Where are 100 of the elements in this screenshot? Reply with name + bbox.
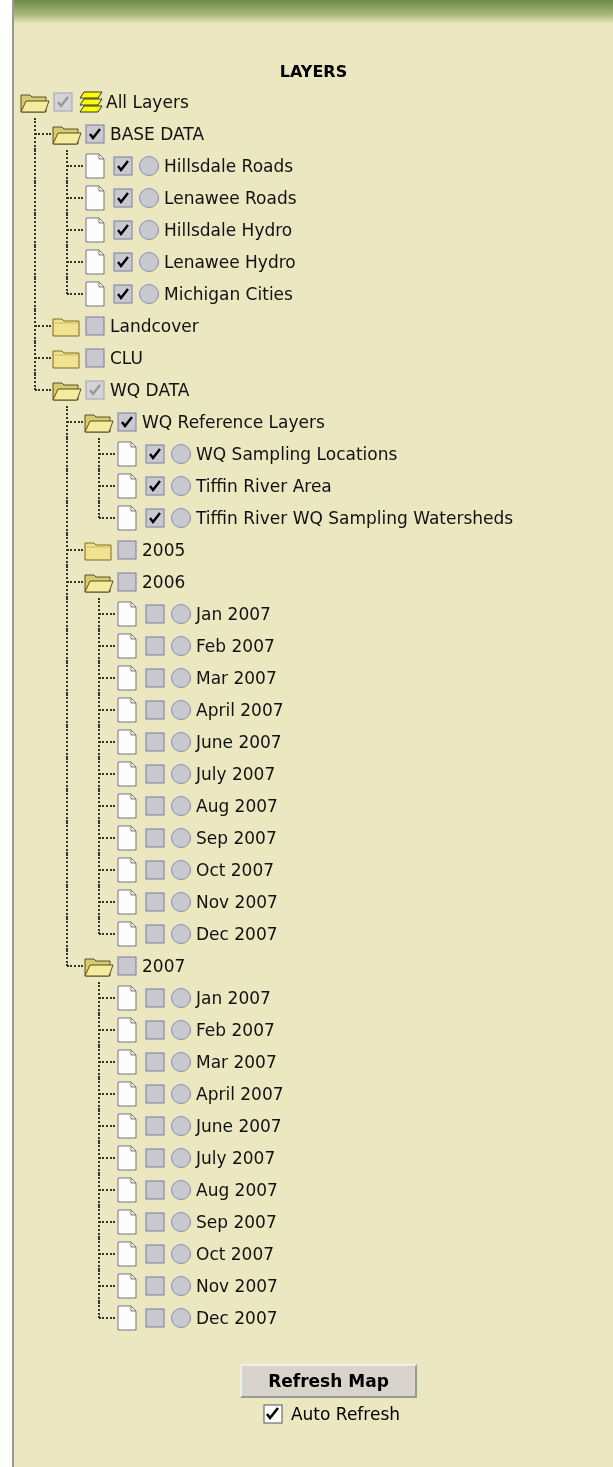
radio-button[interactable] bbox=[170, 1307, 192, 1329]
checkbox[interactable] bbox=[145, 1180, 165, 1200]
checkbox[interactable] bbox=[145, 444, 165, 464]
radio-button[interactable] bbox=[170, 891, 192, 913]
checkbox[interactable] bbox=[145, 1084, 165, 1104]
radio-button[interactable] bbox=[138, 155, 160, 177]
checkbox[interactable] bbox=[113, 284, 133, 304]
checkbox[interactable] bbox=[85, 380, 105, 400]
document-icon bbox=[116, 1305, 138, 1331]
radio-button[interactable] bbox=[138, 219, 160, 241]
checkbox[interactable] bbox=[53, 92, 73, 112]
checkbox[interactable] bbox=[145, 1276, 165, 1296]
radio-button[interactable] bbox=[170, 987, 192, 1009]
radio-button[interactable] bbox=[170, 1179, 192, 1201]
radio-button[interactable] bbox=[170, 763, 192, 785]
layer-label: Aug 2007 bbox=[196, 1180, 278, 1200]
checkbox[interactable] bbox=[145, 508, 165, 528]
open-folder-icon[interactable] bbox=[20, 91, 50, 113]
group-label: 2005 bbox=[142, 540, 186, 560]
layer-label: Sep 2007 bbox=[196, 1212, 277, 1232]
auto-refresh-checkbox[interactable] bbox=[262, 1404, 283, 1424]
document-icon bbox=[116, 825, 138, 851]
checkbox[interactable] bbox=[145, 476, 165, 496]
radio-button[interactable] bbox=[170, 1115, 192, 1137]
checkbox[interactable] bbox=[145, 732, 165, 752]
layer-label: Dec 2007 bbox=[196, 924, 278, 944]
group-label: BASE DATA bbox=[110, 124, 205, 144]
checkbox[interactable] bbox=[85, 316, 105, 336]
checkbox[interactable] bbox=[145, 796, 165, 816]
checkbox[interactable] bbox=[85, 124, 105, 144]
radio-button[interactable] bbox=[170, 667, 192, 689]
group-label: Landcover bbox=[110, 316, 199, 336]
checkbox[interactable] bbox=[145, 604, 165, 624]
radio-button[interactable] bbox=[170, 1019, 192, 1041]
radio-button[interactable] bbox=[170, 507, 192, 529]
checkbox[interactable] bbox=[117, 412, 137, 432]
radio-button[interactable] bbox=[170, 443, 192, 465]
radio-button[interactable] bbox=[138, 251, 160, 273]
panel-title: LAYERS bbox=[278, 62, 349, 82]
radio-button[interactable] bbox=[170, 635, 192, 657]
open-folder-icon[interactable] bbox=[84, 571, 114, 593]
radio-button[interactable] bbox=[170, 1083, 192, 1105]
radio-button[interactable] bbox=[170, 603, 192, 625]
checkbox[interactable] bbox=[145, 988, 165, 1008]
checkbox[interactable] bbox=[113, 188, 133, 208]
checkbox[interactable] bbox=[145, 924, 165, 944]
folder-icon[interactable] bbox=[52, 347, 82, 369]
layer-label: July 2007 bbox=[196, 764, 276, 784]
radio-button[interactable] bbox=[170, 1275, 192, 1297]
checkbox[interactable] bbox=[145, 1244, 165, 1264]
refresh-map-button[interactable]: Refresh Map bbox=[240, 1364, 417, 1398]
radio-button[interactable] bbox=[170, 1211, 192, 1233]
checkbox[interactable] bbox=[117, 956, 137, 976]
document-icon bbox=[116, 1017, 138, 1043]
checkbox[interactable] bbox=[145, 1308, 165, 1328]
open-folder-icon[interactable] bbox=[84, 955, 114, 977]
folder-icon[interactable] bbox=[84, 539, 114, 561]
folder-icon[interactable] bbox=[52, 315, 82, 337]
radio-button[interactable] bbox=[170, 1243, 192, 1265]
layer-label: Tiffin River WQ Sampling Watersheds bbox=[196, 508, 514, 528]
document-icon bbox=[116, 793, 138, 819]
checkbox[interactable] bbox=[145, 828, 165, 848]
checkbox[interactable] bbox=[145, 668, 165, 688]
radio-button[interactable] bbox=[138, 187, 160, 209]
checkbox[interactable] bbox=[145, 1212, 165, 1232]
checkbox[interactable] bbox=[113, 156, 133, 176]
document-icon bbox=[116, 665, 138, 691]
radio-button[interactable] bbox=[170, 699, 192, 721]
checkbox[interactable] bbox=[145, 700, 165, 720]
checkbox[interactable] bbox=[145, 1052, 165, 1072]
radio-button[interactable] bbox=[170, 475, 192, 497]
document-icon bbox=[84, 153, 106, 179]
radio-button[interactable] bbox=[170, 923, 192, 945]
radio-button[interactable] bbox=[138, 283, 160, 305]
open-folder-icon[interactable] bbox=[52, 379, 82, 401]
radio-button[interactable] bbox=[170, 859, 192, 881]
layer-label: Mar 2007 bbox=[196, 668, 277, 688]
group-label: WQ Reference Layers bbox=[142, 412, 325, 432]
checkbox[interactable] bbox=[117, 540, 137, 560]
checkbox[interactable] bbox=[145, 1020, 165, 1040]
checkbox[interactable] bbox=[145, 892, 165, 912]
radio-button[interactable] bbox=[170, 731, 192, 753]
radio-button[interactable] bbox=[170, 827, 192, 849]
open-folder-icon[interactable] bbox=[84, 411, 114, 433]
radio-button[interactable] bbox=[170, 795, 192, 817]
document-icon bbox=[116, 1241, 138, 1267]
checkbox[interactable] bbox=[145, 1116, 165, 1136]
checkbox[interactable] bbox=[145, 860, 165, 880]
open-folder-icon[interactable] bbox=[52, 123, 82, 145]
document-icon bbox=[116, 601, 138, 627]
radio-button[interactable] bbox=[170, 1051, 192, 1073]
checkbox[interactable] bbox=[145, 636, 165, 656]
group-label: 2006 bbox=[142, 572, 186, 592]
checkbox[interactable] bbox=[113, 252, 133, 272]
checkbox[interactable] bbox=[113, 220, 133, 240]
radio-button[interactable] bbox=[170, 1147, 192, 1169]
checkbox[interactable] bbox=[145, 764, 165, 784]
checkbox[interactable] bbox=[117, 572, 137, 592]
checkbox[interactable] bbox=[85, 348, 105, 368]
checkbox[interactable] bbox=[145, 1148, 165, 1168]
